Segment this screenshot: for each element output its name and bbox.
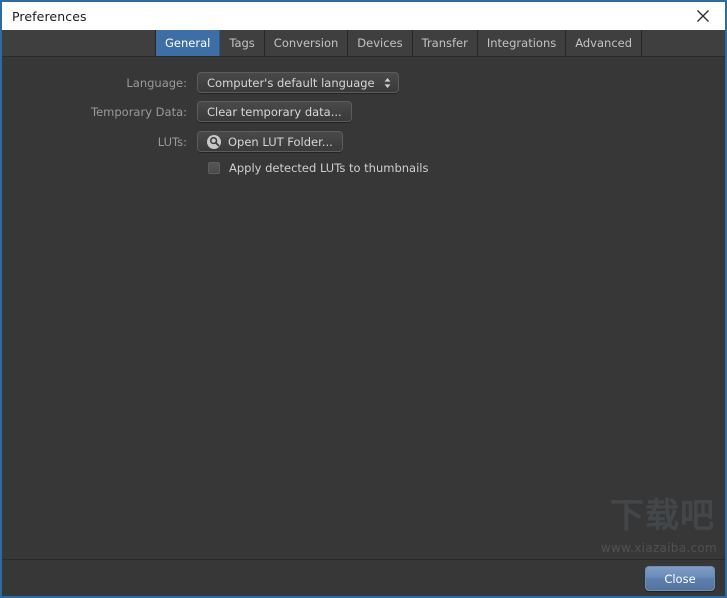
tab-conversion[interactable]: Conversion xyxy=(264,30,349,56)
clear-temporary-data-label: Clear temporary data... xyxy=(207,104,342,119)
apply-luts-checkbox[interactable] xyxy=(208,162,220,174)
tab-devices[interactable]: Devices xyxy=(348,30,413,56)
tab-label: Devices xyxy=(357,36,403,50)
tab-label: Transfer xyxy=(421,36,468,50)
title-bar: Preferences xyxy=(2,0,725,30)
search-icon xyxy=(207,134,221,149)
close-icon xyxy=(696,9,710,23)
close-window-button[interactable] xyxy=(681,2,725,30)
tab-label: General xyxy=(165,36,211,50)
language-select-value: Computer's default language xyxy=(207,75,375,90)
watermark: 下载吧 www.xiazaiba.com xyxy=(581,499,721,559)
temporary-data-label: Temporary Data: xyxy=(91,104,187,119)
tab-bar: General Tags Conversion Devices Transfer… xyxy=(2,30,725,57)
temporary-data-row: Temporary Data: Clear temporary data... xyxy=(2,101,352,122)
tab-label: Advanced xyxy=(575,36,633,50)
open-lut-folder-button[interactable]: Open LUT Folder... xyxy=(197,131,343,152)
close-button-label: Close xyxy=(664,571,696,586)
language-row: Language: Computer's default language xyxy=(2,72,399,93)
chevron-up-down-icon xyxy=(383,76,392,90)
clear-temporary-data-button[interactable]: Clear temporary data... xyxy=(197,101,352,122)
preferences-window: Preferences General Tags Conversion Devi… xyxy=(0,0,727,598)
tab-label: Tags xyxy=(229,36,255,50)
apply-luts-row: Apply detected LUTs to thumbnails xyxy=(2,161,428,175)
apply-luts-checkbox-label: Apply detected LUTs to thumbnails xyxy=(229,161,429,175)
tab-general[interactable]: General xyxy=(155,30,221,56)
language-select[interactable]: Computer's default language xyxy=(197,72,399,93)
language-label: Language: xyxy=(126,75,187,90)
tab-transfer[interactable]: Transfer xyxy=(412,30,478,56)
tab-integrations[interactable]: Integrations xyxy=(477,30,567,56)
close-button[interactable]: Close xyxy=(645,566,715,591)
tab-advanced[interactable]: Advanced xyxy=(566,30,643,56)
footer-bar: Close xyxy=(2,559,725,596)
watermark-logo: 下载吧 xyxy=(610,496,715,536)
open-lut-folder-label: Open LUT Folder... xyxy=(228,134,333,149)
tab-tags[interactable]: Tags xyxy=(220,30,265,56)
watermark-url: www.xiazaiba.com xyxy=(600,541,717,555)
window-title: Preferences xyxy=(12,8,87,24)
tab-label: Conversion xyxy=(273,36,339,50)
tab-label: Integrations xyxy=(486,36,557,50)
luts-row: LUTs: Open LUT Folder... xyxy=(2,131,343,152)
luts-label: LUTs: xyxy=(157,134,187,149)
general-panel: Language: Computer's default language Te… xyxy=(2,57,725,559)
